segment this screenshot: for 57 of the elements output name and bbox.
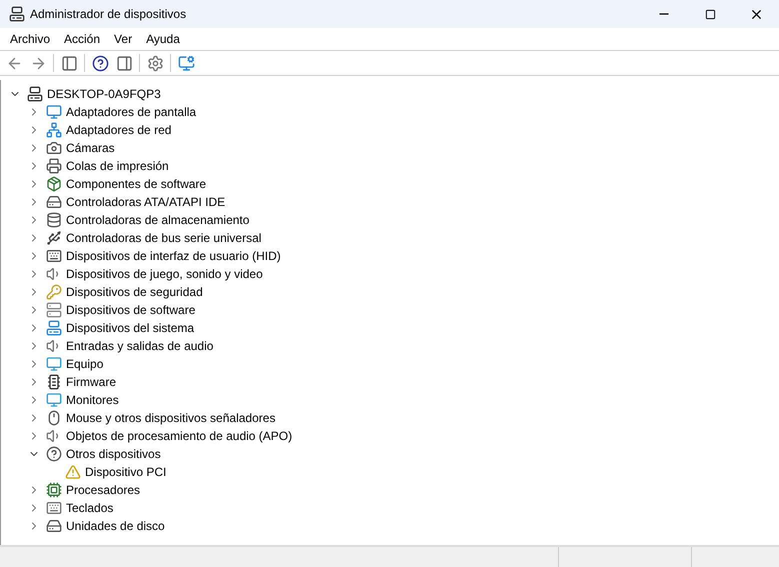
network-icon [46,122,62,138]
update-driver-icon [146,54,164,72]
system-icon [46,320,62,336]
tree-item[interactable]: Dispositivos del sistema [66,319,194,337]
tree-item[interactable]: Dispositivos de juego, sonido y video [66,265,263,283]
keyboard-icon [46,248,62,264]
window-title: Administrador de dispositivos [30,6,186,23]
tree-item[interactable]: Dispositivos de interfaz de usuario (HID) [66,247,281,265]
tree-item[interactable]: Otros dispositivos [66,445,161,463]
tree-item[interactable]: Adaptadores de pantalla [66,103,196,121]
tree-item[interactable]: Cámaras [66,139,115,157]
tree-item[interactable]: Procesadores [66,481,140,499]
tree-item[interactable]: Colas de impresión [66,157,169,175]
tree-item[interactable]: Componentes de software [66,175,206,193]
camera-icon [46,140,62,156]
help-icon [92,54,108,72]
tree-item[interactable]: Dispositivos de software [66,301,196,319]
tree-item[interactable]: Controladoras de almacenamiento [66,211,250,229]
printer-icon [46,158,62,174]
unknown-device-icon [46,446,62,462]
app-icon [9,6,25,22]
processor-icon [46,482,62,498]
action-pane-icon [116,54,132,72]
menu-item[interactable]: Archivo [3,30,58,48]
tree-item[interactable]: Firmware [66,373,116,391]
tree-item[interactable]: Objetos de procesamiento de audio (APO) [66,427,292,445]
menu-item[interactable]: Ver [107,30,140,48]
maximize-icon [704,8,716,20]
tree-item[interactable]: Dispositivos de seguridad [66,283,203,301]
tree-item[interactable]: Controladoras de bus serie universal [66,229,262,247]
tree-item[interactable]: Teclados [66,499,114,517]
tree-item[interactable]: Mouse y otros dispositivos señaladores [66,409,276,427]
monitor-icon [46,356,62,372]
tree-item[interactable]: DESKTOP-0A9FQP3 [47,85,161,103]
drive-controller-icon [46,194,62,210]
scan-hardware-icon [178,54,194,72]
storage-icon [46,212,62,228]
tree-item[interactable]: Dispositivo PCI [85,463,166,481]
package-icon [46,176,62,192]
keyboard-icon [46,500,62,516]
computer-icon [27,86,43,102]
tree-item[interactable]: Adaptadores de red [66,121,172,139]
usb-icon [46,230,62,246]
tree-item[interactable]: Monitores [66,391,119,409]
tree-item[interactable]: Controladoras ATA/ATAPI IDE [66,193,226,211]
chip-icon [46,374,62,390]
tree-item[interactable]: Equipo [66,355,104,373]
tree-item[interactable]: Entradas y salidas de audio [66,337,214,355]
tree-item[interactable]: Unidades de disco [66,517,165,535]
menu-item[interactable]: Acción [57,30,108,48]
menu-item[interactable]: Ayuda [139,30,187,48]
key-icon [46,284,62,300]
mouse-icon [46,410,62,426]
tower-icon [46,302,62,318]
monitor-icon [46,392,62,408]
display-adapter-icon [46,104,62,120]
console-tree-icon [60,54,78,72]
